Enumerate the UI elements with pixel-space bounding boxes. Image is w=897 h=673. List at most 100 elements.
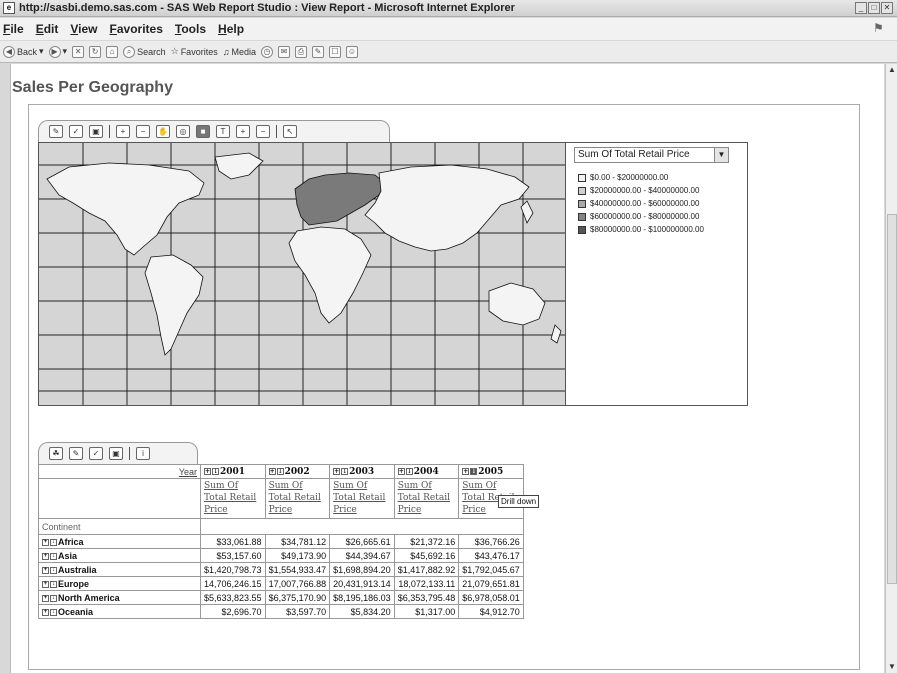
vertical-scrollbar[interactable]: ▲ ▼ <box>885 64 897 673</box>
home-icon[interactable]: ⌂ <box>106 45 119 58</box>
refresh-icon[interactable]: ↻ <box>89 45 102 58</box>
favorites-button[interactable]: ☆ Favorites <box>171 46 218 57</box>
measure-header[interactable]: Sum Of Total Retail Price <box>200 478 266 519</box>
expand-icon[interactable]: + <box>42 580 49 588</box>
empty-corner <box>38 478 201 519</box>
chart-type-icon[interactable]: ☘ <box>49 447 63 460</box>
measure-header[interactable]: Sum Of Total Retail Price <box>264 478 331 519</box>
measure-header[interactable]: Sum Of Total Retail Price <box>393 478 460 519</box>
mail-icon[interactable]: ✉ <box>277 45 290 58</box>
menu-view[interactable]: View <box>70 22 97 36</box>
scrollbar-thumb[interactable] <box>887 214 897 584</box>
continent-name: Europe <box>58 578 90 589</box>
expand-icon[interactable]: + <box>462 467 470 475</box>
table-toolbar: ☘ ✎ ✓ ▣ i <box>38 442 198 464</box>
map-legend-panel: Sum Of Total Retail Price ▼ $0.00 - $200… <box>566 142 748 406</box>
menu-tools[interactable]: Tools <box>175 22 206 36</box>
row-label[interactable]: + ↓ Europe <box>38 576 201 591</box>
search-button[interactable]: ⌕ Search <box>123 45 166 58</box>
blank-cell <box>200 518 524 535</box>
value-cell: $26,665.61 <box>329 534 395 549</box>
continent-header[interactable]: Continent <box>38 518 201 535</box>
discuss-icon[interactable]: ☐ <box>328 45 341 58</box>
zoom-extent-icon[interactable]: ◎ <box>176 125 190 138</box>
drill-icon[interactable]: ↓ <box>212 467 219 475</box>
expand-icon[interactable]: + <box>204 467 211 475</box>
back-button[interactable]: ◀ Back ▾ <box>3 45 44 58</box>
expand-icon[interactable]: + <box>42 566 49 574</box>
menu-file[interactable]: File <box>3 22 24 36</box>
year-label[interactable]: Year <box>38 464 201 479</box>
measure-select[interactable]: Sum Of Total Retail Price ▼ <box>574 147 729 163</box>
expand-icon[interactable]: + <box>42 608 49 616</box>
forward-button[interactable]: ▶ ▾ <box>48 45 67 58</box>
year-header-2001[interactable]: + ↓ 2001 <box>200 464 266 479</box>
row-label[interactable]: + ↓ Africa <box>38 534 201 549</box>
expand-icon[interactable]: + <box>268 467 276 475</box>
value-cell: $21,372.16 <box>393 534 460 549</box>
row-label[interactable]: + ↓ Asia <box>38 548 201 563</box>
table-row: + ↓ Asia $53,157.60 $49,173.90 $44,394.67 … <box>38 548 524 563</box>
menu-favorites[interactable]: Favorites <box>110 22 163 36</box>
measure-line: Price <box>204 505 228 515</box>
drill-icon[interactable]: ↓ <box>50 566 57 574</box>
expand-icon[interactable]: + <box>42 552 49 560</box>
menu-edit[interactable]: Edit <box>36 22 59 36</box>
minimize-button[interactable]: _ <box>855 2 867 14</box>
geo-map[interactable] <box>38 142 566 406</box>
maximize-button[interactable]: □ <box>868 2 880 14</box>
scroll-down-icon[interactable]: ▼ <box>887 662 897 672</box>
year-header-2003[interactable]: + ↓ 2003 <box>329 464 395 479</box>
zoom-in-icon[interactable]: + <box>116 125 130 138</box>
drill-icon[interactable]: ↓ <box>50 608 57 616</box>
search-icon: ⌕ <box>123 45 136 58</box>
drill-icon[interactable]: ↓ <box>276 467 284 475</box>
filter-icon[interactable]: T <box>216 125 230 138</box>
edit-icon[interactable]: ✎ <box>311 45 324 58</box>
scroll-up-icon[interactable]: ▲ <box>887 65 897 75</box>
row-label[interactable]: + ↓ Australia <box>38 562 201 577</box>
measure-header[interactable]: Sum Of Total Retail Price <box>329 478 395 519</box>
zoom-out-icon[interactable]: − <box>136 125 150 138</box>
properties-icon[interactable]: ▣ <box>109 447 123 460</box>
pan-hand-icon[interactable]: ✋ <box>156 125 170 138</box>
info-pointer-icon[interactable]: ↖ <box>283 125 297 138</box>
select-tool-icon[interactable]: ■ <box>196 125 210 138</box>
expand-icon[interactable]: + <box>333 467 341 475</box>
history-icon[interactable]: ◷ <box>260 45 273 58</box>
edit-display-icon[interactable]: ✎ <box>49 125 63 138</box>
drill-icon[interactable]: ↓ <box>50 580 57 588</box>
legend-label: $60000000.00 - $80000000.00 <box>590 212 700 221</box>
drill-icon[interactable]: ↓ <box>405 467 413 475</box>
media-button[interactable]: ♫ Media <box>223 47 256 57</box>
window-title: http://sasbi.demo.sas.com - SAS Web Repo… <box>19 2 515 14</box>
print-icon[interactable]: ⎙ <box>294 45 307 58</box>
drill-icon[interactable]: ↓ <box>341 467 349 475</box>
check-icon[interactable]: ✓ <box>69 125 83 138</box>
year-header-2005[interactable]: + ↓ 2005 <box>458 464 524 479</box>
collapse-icon[interactable]: − <box>256 125 270 138</box>
expand-icon[interactable]: + <box>42 594 49 602</box>
row-label[interactable]: + ↓ Oceania <box>38 604 201 619</box>
drill-icon[interactable]: ↓ <box>50 552 57 560</box>
expand-icon[interactable]: + <box>42 538 49 546</box>
properties-icon[interactable]: ▣ <box>89 125 103 138</box>
row-label[interactable]: + ↓ North America <box>38 590 201 605</box>
expand-icon[interactable]: + <box>236 125 250 138</box>
drill-icon[interactable]: ↓ <box>50 594 57 602</box>
chevron-down-icon[interactable]: ▼ <box>714 148 728 162</box>
expand-icon[interactable]: + <box>397 467 405 475</box>
edit-display-icon[interactable]: ✎ <box>69 447 83 460</box>
year-header-2004[interactable]: + ↓ 2004 <box>393 464 460 479</box>
window-title-bar[interactable]: e http://sasbi.demo.sas.com - SAS Web Re… <box>0 0 897 17</box>
info-icon[interactable]: i <box>136 447 150 460</box>
close-button[interactable]: ✕ <box>881 2 893 14</box>
year-header-2002[interactable]: + ↓ 2002 <box>264 464 331 479</box>
stop-icon[interactable]: ✕ <box>72 45 85 58</box>
drill-icon[interactable]: ↓ <box>470 467 478 475</box>
value-cell: $1,417,882.92 <box>393 562 460 577</box>
drill-icon[interactable]: ↓ <box>50 538 57 546</box>
messenger-icon[interactable]: ☺ <box>345 45 358 58</box>
menu-help[interactable]: Help <box>218 22 244 36</box>
check-icon[interactable]: ✓ <box>89 447 103 460</box>
